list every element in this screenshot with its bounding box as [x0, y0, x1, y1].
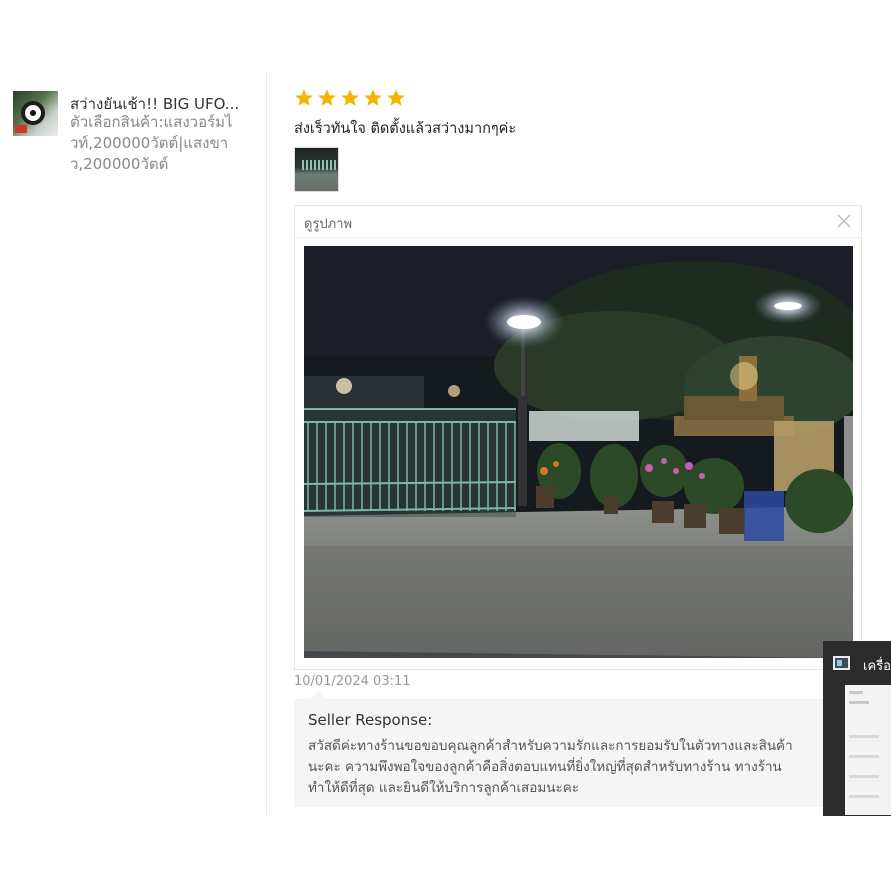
- rating-stars: [294, 88, 406, 110]
- seller-response-text: สวัสดีค่ะทางร้านขอขอบคุณลูกค้าสำหรับความ…: [308, 738, 793, 796]
- star-icon: [341, 89, 359, 106]
- column-divider: [266, 73, 267, 815]
- seller-response: Seller Response: สวัสดีค่ะทางร้านขอขอบคุ…: [294, 699, 854, 807]
- seller-response-label: Seller Response:: [308, 711, 433, 729]
- image-viewer-header: ดูรูปภาพ: [295, 206, 861, 238]
- product-thumbnail[interactable]: [13, 91, 58, 136]
- popup-window-title: เครื่อง: [863, 659, 891, 674]
- review-text: ส่งเร็วทันใจ ติดตั้งแล้วสว่างมากๆค่ะ: [294, 121, 517, 137]
- product-variant: ตัวเลือกสินค้า:แสงวอร์มไวท์,200000วัตต์|…: [70, 113, 233, 173]
- product-badge: [15, 125, 27, 133]
- star-icon: [318, 89, 336, 106]
- popup-window-preview: [845, 685, 891, 815]
- ufo-lamp-image: [21, 101, 45, 125]
- image-viewer: ดูรูปภาพ: [294, 205, 862, 670]
- star-icon: [364, 89, 382, 106]
- review-photo-large: [304, 246, 853, 658]
- review-date: 10/01/2024 03:11: [294, 674, 411, 689]
- image-viewer-title: ดูรูปภาพ: [304, 217, 353, 232]
- calculator-app-icon: [833, 656, 850, 670]
- calculator-window-popup[interactable]: เครื่อง: [823, 641, 891, 816]
- review-photo-thumbnail[interactable]: [294, 147, 339, 192]
- close-icon[interactable]: [837, 214, 851, 228]
- star-icon: [387, 89, 405, 106]
- seller-response-pointer: [310, 690, 326, 699]
- star-icon: [295, 89, 313, 106]
